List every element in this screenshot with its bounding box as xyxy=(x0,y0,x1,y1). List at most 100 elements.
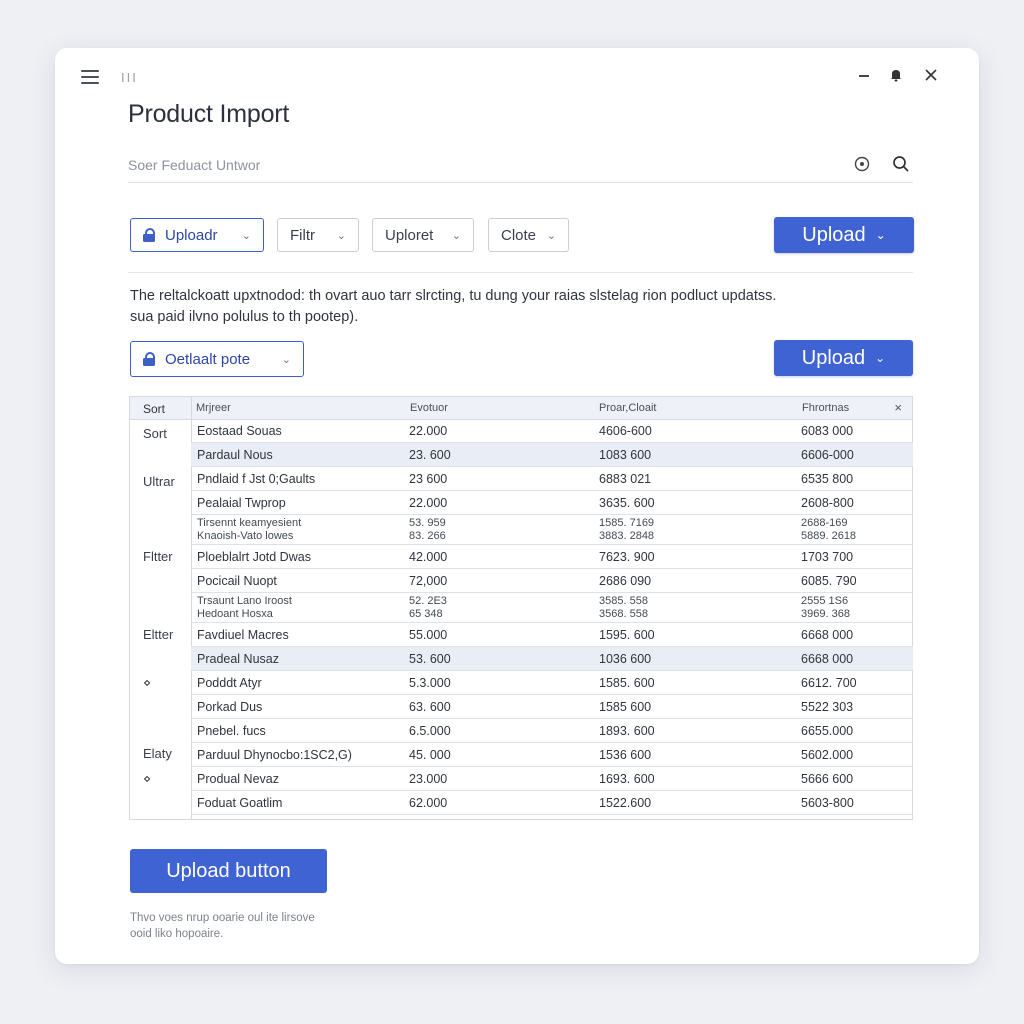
cell-value: 22.000 xyxy=(409,424,448,438)
cell-value: 1036 600 xyxy=(599,652,652,666)
sidebar-item[interactable]: Elaty xyxy=(143,746,172,761)
chevron-down-icon: ⌄ xyxy=(241,229,251,242)
clote-dropdown[interactable]: Clote ⌄ xyxy=(488,218,569,252)
cell-value: 6606-000 xyxy=(801,448,854,462)
value-cell: 1536 600 xyxy=(599,748,651,762)
cell-value: 52. 2E3 xyxy=(409,595,447,607)
value-cell: 1585 600 xyxy=(599,700,651,714)
cell-value: 2555 1S6 xyxy=(801,595,849,607)
value-cell: 23. 600 xyxy=(409,448,451,462)
table-row[interactable]: Porkad Dus 63. 600 1585 600 5522 303 xyxy=(191,695,913,719)
close-icon[interactable] xyxy=(920,64,942,86)
menu-icon[interactable] xyxy=(81,70,99,84)
table-row[interactable]: Trsaunt Lano Iroost Hedoant Hosxa 52. 2E3 6… xyxy=(191,593,913,623)
table-row[interactable]: Tirsennt keamyesient Knaoish-Vato lowes 53… xyxy=(191,515,913,545)
upload-button-secondary[interactable]: Upload ⌄ xyxy=(774,340,913,376)
product-name-cell: Parduul Dhynocbo:1SC2,G) xyxy=(197,748,352,762)
value-cell: 2608-800 xyxy=(801,496,854,510)
cell-value: 1595. 600 xyxy=(599,628,655,642)
lock-icon xyxy=(143,228,155,242)
cell-value: 83. 266 xyxy=(409,530,446,542)
sidebar-item[interactable]: ⋄ xyxy=(143,771,151,787)
product-name-cell: Pealaial Twprop xyxy=(197,496,286,510)
table-row[interactable]: Pnebel. fucs 6.5.000 1893. 600 6655.000 xyxy=(191,719,913,743)
value-cell: 5666 600 xyxy=(801,772,853,786)
footnote-line-1: Thvo voes nrup ooarie oul ite lirsove xyxy=(130,912,315,924)
upload-button-bottom[interactable]: Upload button xyxy=(130,849,327,893)
cell-value: 1703 700 xyxy=(801,550,854,564)
table-row[interactable]: Ploeblalrt Jotd Dwas 42.000 7623. 900 1703 … xyxy=(191,545,913,569)
product-table: Sort Mrjreer Evotuor Proar,Cloait Fhrort… xyxy=(129,396,913,820)
header-col-4[interactable]: Fhrortnas xyxy=(802,402,849,414)
cell-value: 6.5.000 xyxy=(409,724,451,738)
info-icon[interactable] xyxy=(852,154,872,174)
cell-value: 53. 959 xyxy=(409,517,446,529)
product-name-cell: Tirsennt keamyesient Knaoish-Vato lowes xyxy=(197,517,301,543)
filter-dropdown[interactable]: Filtr ⌄ xyxy=(277,218,359,252)
cell-value: 5522 303 xyxy=(801,700,854,714)
product-name: Podddt Atyr xyxy=(197,676,262,690)
value-cell: 53. 600 xyxy=(409,652,451,666)
cell-value: 45. 000 xyxy=(409,748,451,762)
table-sidebar: Sort Ultrar Fltter Eltter ⋄ Elaty ⋄ xyxy=(130,397,192,819)
table-row[interactable]: Pradeal Nusaz 53. 600 1036 600 6668 000 xyxy=(191,647,913,671)
product-name: Produal Nevaz xyxy=(197,772,279,786)
product-name: Pnebel. fucs xyxy=(197,724,266,738)
product-name-cell: Podddt Atyr xyxy=(197,676,262,690)
header-col-2[interactable]: Evotuor xyxy=(410,402,448,414)
product-name-cell: Ploeblalrt Jotd Dwas xyxy=(197,550,311,564)
cell-value: 7623. 900 xyxy=(599,550,655,564)
product-name-cell: Pardaul Nous xyxy=(197,448,273,462)
product-name: Ploeblalrt Jotd Dwas xyxy=(197,550,311,564)
search-icon[interactable] xyxy=(891,154,911,174)
table-row[interactable]: Pardaul Nous 23. 600 1083 600 6606-000 xyxy=(191,443,913,467)
close-table-icon[interactable]: × xyxy=(894,400,902,415)
table-row[interactable]: Pndlaid f Jst 0;Gaults 23 600 6883 021 6535… xyxy=(191,467,913,491)
value-cell: 6606-000 xyxy=(801,448,854,462)
cell-value: 2608-800 xyxy=(801,496,854,510)
cell-value: 6535 800 xyxy=(801,472,854,486)
value-cell: 6655.000 xyxy=(801,724,853,738)
product-name: Tirsennt keamyesient xyxy=(197,517,302,529)
uploret-dropdown[interactable]: Uploret ⌄ xyxy=(372,218,474,252)
sidebar-item[interactable]: ⋄ xyxy=(143,675,151,691)
uploret-dropdown-label: Uploret xyxy=(385,226,434,244)
table-row[interactable]: Pocicail Nuopt 72,000 2686 090 6085. 790 xyxy=(191,569,913,593)
default-dropdown[interactable]: Oetlaalt pote ⌄ xyxy=(130,341,304,377)
cell-value: 3883. 2848 xyxy=(599,530,655,542)
table-row[interactable]: Foduat Goatlim 62.000 1522.600 5603-800 xyxy=(191,791,913,815)
bell-icon[interactable] xyxy=(885,64,907,86)
upload-dropdown[interactable]: Uploadr ⌄ xyxy=(130,218,264,252)
view-toggle-icon[interactable]: III xyxy=(121,70,138,85)
cell-value: 55.000 xyxy=(409,628,448,642)
footnote: Thvo voes nrup ooarie oul ite lirsove oo… xyxy=(130,910,315,942)
table-row[interactable]: Parduul Dhynocbo:1SC2,G) 45. 000 1536 600 5… xyxy=(191,743,913,767)
chevron-down-icon: ⌄ xyxy=(336,229,346,242)
value-cell: 1595. 600 xyxy=(599,628,655,642)
value-cell: 5522 303 xyxy=(801,700,853,714)
product-name: Porkad Dus xyxy=(197,700,263,714)
product-name: Foduat Goatlim xyxy=(197,796,283,810)
table-row[interactable]: Pealaial Twprop 22.000 3635. 600 2608-800 xyxy=(191,491,913,515)
value-cell: 3635. 600 xyxy=(599,496,655,510)
sidebar-item[interactable]: Ultrar xyxy=(143,474,175,489)
header-col-3[interactable]: Proar,Cloait xyxy=(599,402,656,414)
sidebar-item[interactable]: Sort xyxy=(143,426,167,441)
page-title: Product Import xyxy=(128,100,290,128)
upload-button-top[interactable]: Upload ⌄ xyxy=(774,217,914,253)
chevron-down-icon: ⌄ xyxy=(546,229,556,242)
header-name[interactable]: Mrjreer xyxy=(196,402,231,414)
table-row[interactable]: Produal Nevaz 23.000 1693. 600 5666 600 xyxy=(191,767,913,791)
product-name: Pndlaid f Jst 0;Gaults xyxy=(197,472,316,486)
value-cell: 1083 600 xyxy=(599,448,651,462)
chevron-down-icon: ⌄ xyxy=(451,229,461,242)
table-row[interactable]: Podddt Atyr 5.3.000 1585. 600 6612. 700 xyxy=(191,671,913,695)
sidebar-item[interactable]: Eltter xyxy=(143,627,173,642)
table-row[interactable]: Favdiuel Macres 55.000 1595. 600 6668 000 xyxy=(191,623,913,647)
sidebar-item[interactable]: Fltter xyxy=(143,549,173,564)
search-input[interactable] xyxy=(128,154,828,176)
minimize-icon[interactable] xyxy=(853,64,875,86)
product-name: Parduul Dhynocbo:1SC2,G) xyxy=(197,748,352,762)
table-row[interactable]: Eostaad Souas 22.000 4606-600 6083 000 xyxy=(191,419,913,443)
lock-icon xyxy=(143,352,155,366)
